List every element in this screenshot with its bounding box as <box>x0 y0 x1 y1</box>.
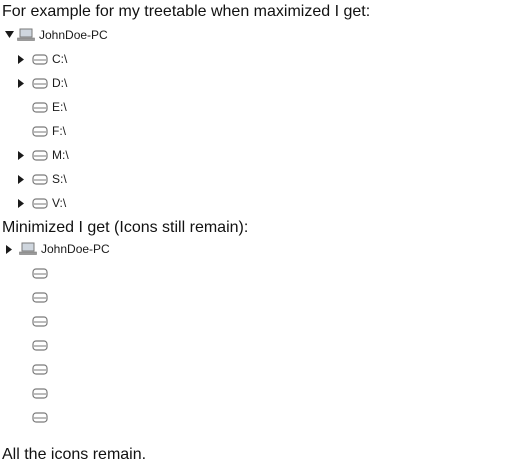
expanded-arrow-icon[interactable] <box>4 25 14 45</box>
drive-label: D:\ <box>52 76 68 90</box>
tree-row-drive[interactable]: D:\ <box>16 73 67 93</box>
drive-label: C:\ <box>52 52 68 66</box>
drive-icon <box>32 125 48 137</box>
drive-icon <box>32 315 48 327</box>
collapsed-arrow-icon[interactable] <box>16 49 26 69</box>
tree-row-drive[interactable]: V:\ <box>16 193 66 213</box>
tree-row-drive[interactable]: S:\ <box>16 169 67 189</box>
drive-icon <box>32 53 48 65</box>
drive-icon <box>32 387 48 399</box>
drive-icon <box>32 411 48 423</box>
orphan-drive-row <box>32 287 48 307</box>
tree-row-drive[interactable]: F:\ <box>32 121 66 141</box>
outro-text: All the icons remain. <box>2 446 147 463</box>
drive-icon <box>32 77 48 89</box>
collapsed-arrow-icon[interactable] <box>16 193 26 213</box>
collapsed-arrow-icon[interactable] <box>4 239 14 259</box>
drive-icon <box>32 267 48 279</box>
orphan-drive-row <box>32 311 48 331</box>
drive-icon <box>32 101 48 113</box>
tree-row-drive[interactable]: E:\ <box>32 97 67 117</box>
orphan-drive-row <box>32 335 48 355</box>
drive-icon <box>32 173 48 185</box>
computer-icon <box>19 242 37 256</box>
drive-label: M:\ <box>52 148 69 162</box>
drive-icon <box>32 197 48 209</box>
drive-label: E:\ <box>52 100 67 114</box>
collapsed-arrow-icon[interactable] <box>16 169 26 189</box>
drive-icon <box>32 149 48 161</box>
orphan-drive-row <box>32 407 48 427</box>
minimized-text: Minimized I get (Icons still remain): <box>2 219 249 236</box>
tree-root-row[interactable]: JohnDoe-PC <box>4 239 110 259</box>
drive-label: S:\ <box>52 172 67 186</box>
tree-root-label: JohnDoe-PC <box>39 28 108 42</box>
drive-label: V:\ <box>52 196 67 210</box>
orphan-drive-row <box>32 383 48 403</box>
intro-text: For example for my treetable when maximi… <box>2 3 371 20</box>
orphan-drive-row <box>32 359 48 379</box>
orphan-drive-row <box>32 263 48 283</box>
tree-root-label: JohnDoe-PC <box>41 242 110 256</box>
collapsed-arrow-icon[interactable] <box>16 145 26 165</box>
collapsed-arrow-icon[interactable] <box>16 73 26 93</box>
tree-row-drive[interactable]: C:\ <box>16 49 67 69</box>
tree-root-row[interactable]: JohnDoe-PC <box>4 25 108 45</box>
drive-icon <box>32 339 48 351</box>
drive-label: F:\ <box>52 124 66 138</box>
tree-row-drive[interactable]: M:\ <box>16 145 69 165</box>
drive-icon <box>32 363 48 375</box>
drive-icon <box>32 291 48 303</box>
computer-icon <box>17 28 35 42</box>
